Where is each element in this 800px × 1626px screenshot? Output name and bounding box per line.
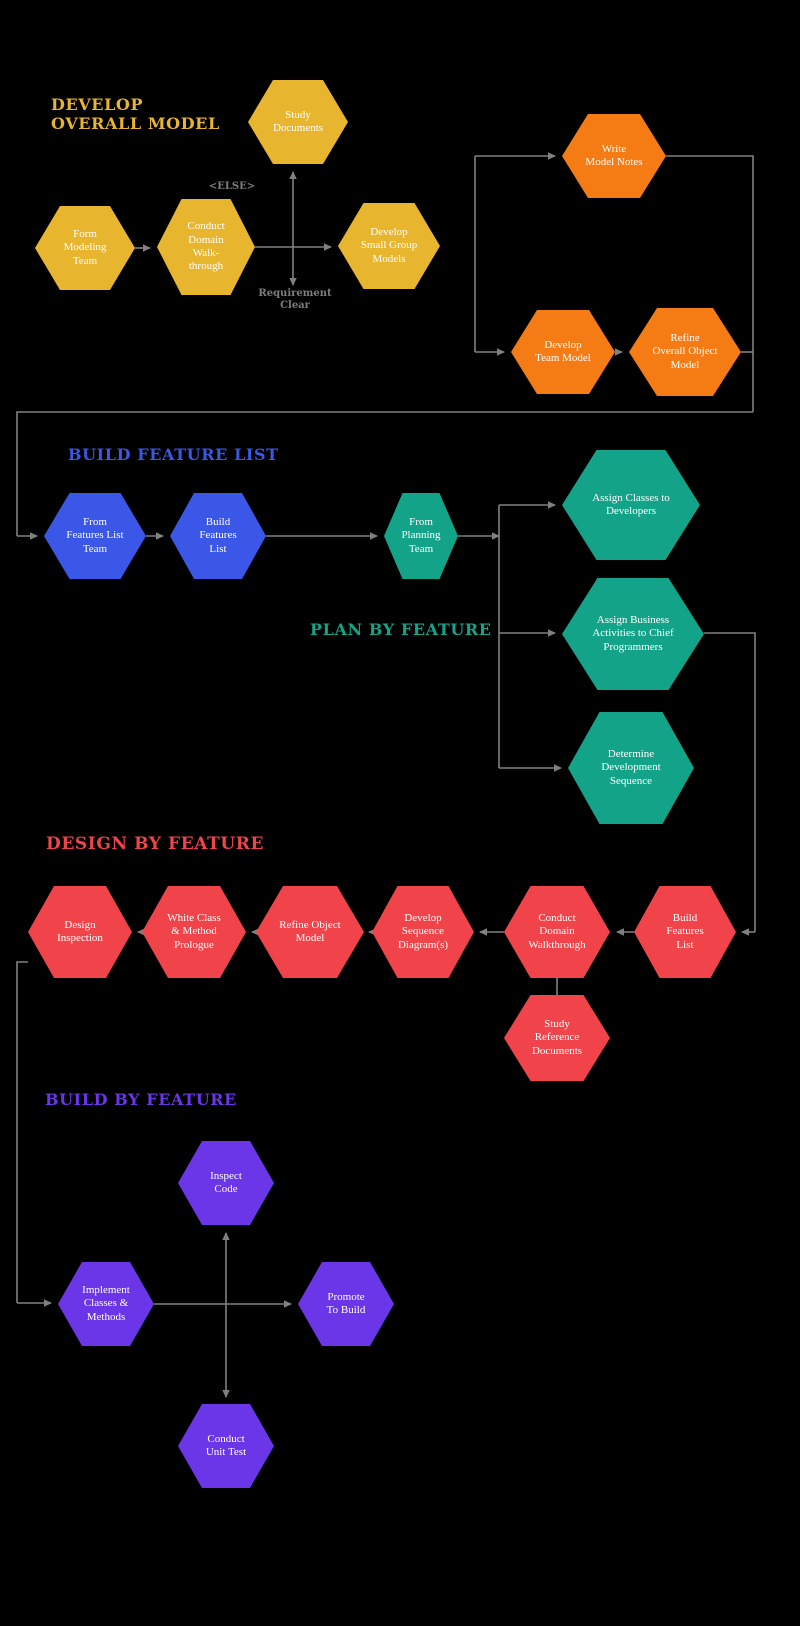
- node-from-features-list-team[interactable]: From Features List Team: [44, 493, 146, 579]
- node-label: Develop Team Model: [535, 338, 591, 364]
- node-design-inspection[interactable]: Design Inspection: [28, 886, 132, 978]
- node-develop-team-model[interactable]: Develop Team Model: [511, 310, 615, 394]
- node-label: Conduct Unit Test: [205, 1432, 247, 1458]
- node-assign-business-activities[interactable]: Assign Business Activities to Chief Prog…: [562, 578, 704, 690]
- node-develop-small-group-models[interactable]: Develop Small Group Models: [338, 203, 440, 289]
- node-label: Conduct Domain Walkthrough: [528, 911, 586, 951]
- node-label: Form Modeling Team: [63, 227, 107, 267]
- node-form-modeling-team[interactable]: Form Modeling Team: [35, 206, 135, 290]
- node-inspect-code[interactable]: Inspect Code: [178, 1141, 274, 1225]
- node-promote-to-build[interactable]: Promote To Build: [298, 1262, 394, 1346]
- node-conduct-domain-walkthrough-red[interactable]: Conduct Domain Walkthrough: [504, 886, 610, 978]
- node-label: Develop Sequence Diagram(s): [397, 911, 449, 951]
- node-label: Inspect Code: [210, 1169, 242, 1195]
- node-develop-sequence-diagrams[interactable]: Develop Sequence Diagram(s): [372, 886, 474, 978]
- node-label: Assign Classes to Developers: [592, 491, 670, 517]
- node-build-features-list-blue[interactable]: Build Features List: [170, 493, 266, 579]
- edge-label-else: <ELSE>: [208, 181, 256, 192]
- node-refine-object-model[interactable]: Refine Object Model: [256, 886, 364, 978]
- node-assign-classes-to-developers[interactable]: Assign Classes to Developers: [562, 450, 700, 560]
- node-from-planning-team[interactable]: From Planning Team: [384, 493, 458, 579]
- node-label: Assign Business Activities to Chief Prog…: [592, 613, 674, 653]
- phase-title-design-by-feature: DESIGN BY FEATURE: [46, 834, 265, 854]
- fdd-process-diagram: DEVELOP OVERALL MODEL BUILD FEATURE LIST…: [0, 0, 800, 1626]
- phase-title-build-feature-list: BUILD FEATURE LIST: [68, 445, 279, 464]
- node-label: Build Features List: [199, 515, 237, 555]
- node-label: Build Features List: [666, 911, 704, 951]
- node-white-class-method-prologue[interactable]: White Class & Method Prologue: [142, 886, 246, 978]
- phase-title-build-by-feature: BUILD BY FEATURE: [45, 1090, 237, 1109]
- node-label: Study Documents: [272, 108, 324, 134]
- node-label: Design Inspection: [57, 918, 103, 944]
- node-implement-classes-methods[interactable]: Implement Classes & Methods: [58, 1262, 154, 1346]
- node-label: Promote To Build: [326, 1290, 366, 1316]
- phase-title-plan-by-feature: PLAN BY FEATURE: [310, 620, 492, 639]
- node-label: Implement Classes & Methods: [82, 1283, 130, 1323]
- node-label: Refine Overall Object Model: [652, 331, 718, 371]
- node-label: Conduct Domain Walk- through: [187, 220, 225, 273]
- node-conduct-domain-walkthrough[interactable]: Conduct Domain Walk- through: [157, 199, 255, 295]
- node-write-model-notes[interactable]: Write Model Notes: [562, 114, 666, 198]
- node-build-features-list-red[interactable]: Build Features List: [634, 886, 736, 978]
- node-conduct-unit-test[interactable]: Conduct Unit Test: [178, 1404, 274, 1488]
- edge-design-inspection-down: [16, 961, 28, 1303]
- edge-label-requirement-clear: Requirement Clear: [258, 288, 332, 311]
- node-refine-overall-object-model[interactable]: Refine Overall Object Model: [629, 308, 741, 396]
- phase-title-develop-overall-model: DEVELOP OVERALL MODEL: [51, 95, 220, 133]
- node-label: Refine Object Model: [279, 918, 341, 944]
- node-study-documents[interactable]: Study Documents: [248, 80, 348, 164]
- node-label: Determine Development Sequence: [601, 747, 661, 787]
- node-study-reference-documents[interactable]: Study Reference Documents: [504, 995, 610, 1081]
- node-label: Write Model Notes: [585, 142, 643, 168]
- node-label: Develop Small Group Models: [360, 225, 418, 265]
- node-label: White Class & Method Prologue: [167, 911, 221, 951]
- node-label: From Planning Team: [401, 515, 441, 555]
- node-label: Study Reference Documents: [531, 1017, 583, 1057]
- node-label: From Features List Team: [66, 515, 124, 555]
- node-determine-development-sequence[interactable]: Determine Development Sequence: [568, 712, 694, 824]
- edge-teal-to-red-riser: [704, 632, 756, 932]
